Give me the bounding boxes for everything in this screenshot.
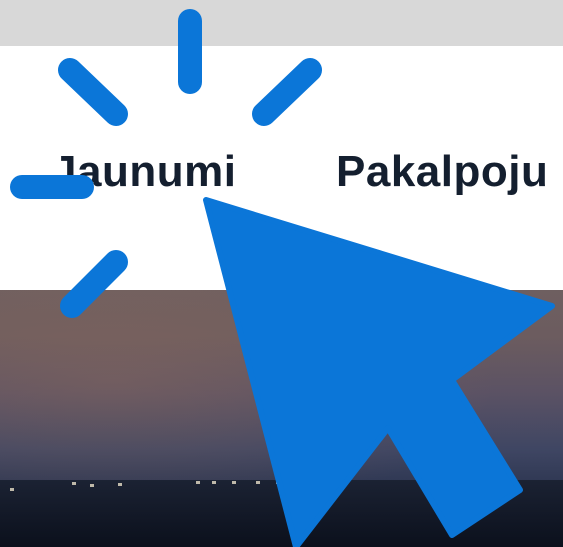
city-light bbox=[118, 483, 122, 486]
nav-link-services[interactable]: Pakalpoju bbox=[336, 150, 548, 194]
city-light bbox=[90, 484, 94, 487]
city-light bbox=[10, 488, 14, 491]
top-bar bbox=[0, 0, 563, 46]
nav-link-news[interactable]: Jaunumi bbox=[52, 150, 236, 194]
page: Jaunumi Pakalpoju bbox=[0, 0, 563, 547]
city-light bbox=[256, 481, 260, 484]
city-light bbox=[196, 481, 200, 484]
city-light bbox=[212, 481, 216, 484]
city-light bbox=[276, 481, 280, 484]
hero-horizon bbox=[0, 480, 563, 547]
hero-image bbox=[0, 290, 563, 547]
city-light bbox=[232, 481, 236, 484]
city-light bbox=[72, 482, 76, 485]
main-navigation: Jaunumi Pakalpoju bbox=[0, 46, 563, 290]
